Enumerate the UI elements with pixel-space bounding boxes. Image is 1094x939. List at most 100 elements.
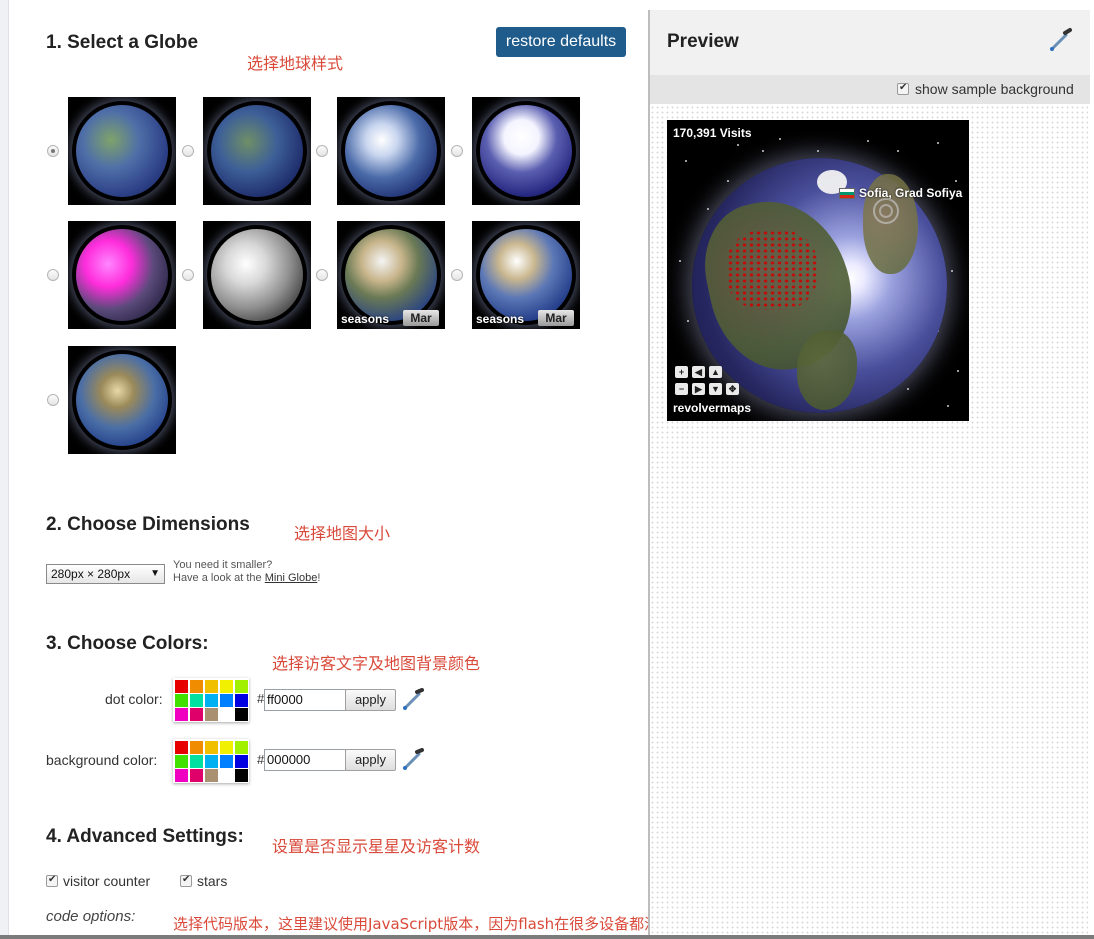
dot-color-apply-button[interactable]: apply [345,689,396,711]
globe-option-classic[interactable] [68,97,176,205]
color-swatch[interactable] [220,741,233,754]
dimensions-hint-line1: You need it smaller? [173,559,273,571]
dimensions-select[interactable]: 280px × 280px ▼ [46,564,165,584]
color-swatch[interactable] [205,680,218,693]
globe-option-radio[interactable] [451,145,463,157]
globe-sphere [480,229,572,321]
globe-option-radio[interactable] [47,394,59,406]
preview-panel: Preview show sample background 170,391 V… [648,10,1090,935]
globe-option-classic-dark[interactable] [203,97,311,205]
globe-option-clouds[interactable] [337,97,445,205]
color-swatch[interactable] [220,708,233,721]
globe-option-white-continents[interactable] [472,97,580,205]
restore-defaults-button[interactable]: restore defaults [496,27,626,57]
globe-option-radio[interactable] [451,269,463,281]
dimensions-hint-suffix: ! [317,572,321,584]
globe-option-radio[interactable] [182,269,194,281]
zoom-out-icon[interactable]: − [675,383,688,395]
color-swatch[interactable] [190,708,203,721]
color-swatch[interactable] [220,769,233,782]
star [679,260,681,262]
color-swatch[interactable] [205,741,218,754]
star [957,370,959,372]
bulgaria-flag-icon [839,188,855,199]
star [817,150,819,152]
page: 1. Select a Globe 选择地球样式 restore default… [0,0,1094,939]
color-swatch[interactable] [235,680,248,693]
background-color-palette[interactable] [173,739,249,783]
color-swatch[interactable] [220,694,233,707]
preview-header: Preview [650,10,1090,75]
color-swatch[interactable] [190,755,203,768]
zoom-in-icon[interactable]: + [675,366,688,378]
globe-sphere [76,354,168,446]
eyedropper-icon[interactable] [400,686,426,712]
globe-option-radio[interactable] [316,269,328,281]
dot-color-input[interactable]: ff0000 [264,689,346,711]
star [907,388,909,390]
star [779,138,781,140]
color-swatch[interactable] [235,755,248,768]
color-swatch[interactable] [205,708,218,721]
star [727,180,729,182]
globe-sphere [76,105,168,197]
preview-title: Preview [667,31,739,52]
color-swatch[interactable] [175,769,188,782]
visits-counter: 170,391 Visits [673,126,752,140]
color-swatch[interactable] [235,694,248,707]
code-options-annotation: 选择代码版本，这里建议使用JavaScript版本，因为flash在很多设备都没… [173,915,705,933]
globe-option-radio[interactable] [47,269,59,281]
background-color-input[interactable]: 000000 [264,749,346,771]
down-arrow-icon[interactable]: ▼ [709,383,722,395]
color-swatch[interactable] [190,769,203,782]
move-icon[interactable]: ✥ [726,383,739,395]
globe-option-silver[interactable] [203,221,311,329]
eyedropper-icon[interactable] [400,746,426,772]
color-swatch[interactable] [175,680,188,693]
advanced-settings-title: 4. Advanced Settings: [46,826,244,847]
globe-option-europe-africa[interactable] [68,346,176,454]
location-ring-inner [879,204,893,218]
color-swatch[interactable] [235,769,248,782]
show-sample-background-checkbox[interactable] [897,82,909,95]
preview-globe[interactable]: 170,391 Visits Sofia, Grad Sofiya + ◀ ▲ … [667,120,969,421]
globe-sphere [345,229,437,321]
choose-dimensions-title: 2. Choose Dimensions [46,514,250,535]
color-swatch[interactable] [220,755,233,768]
right-arrow-icon[interactable]: ▶ [692,383,705,395]
globe-sphere [480,105,572,197]
visitor-counter-checkbox[interactable] [46,874,58,887]
color-swatch[interactable] [190,741,203,754]
globe-option-radio[interactable] [316,145,328,157]
star [707,208,709,210]
stars-checkbox[interactable] [180,874,192,887]
color-swatch[interactable] [205,694,218,707]
up-arrow-icon[interactable]: ▲ [709,366,722,378]
color-swatch[interactable] [175,694,188,707]
globe-sphere [211,105,303,197]
color-swatch[interactable] [235,708,248,721]
color-swatch[interactable] [175,741,188,754]
color-swatch[interactable] [205,755,218,768]
dot-color-palette[interactable] [173,678,249,722]
globe-option-radio[interactable] [182,145,194,157]
globe-option-radio[interactable] [47,145,59,157]
background-color-apply-button[interactable]: apply [345,749,396,771]
color-swatch[interactable] [190,680,203,693]
color-swatch[interactable] [190,694,203,707]
color-swatch[interactable] [175,755,188,768]
color-swatch[interactable] [205,769,218,782]
color-swatch[interactable] [175,708,188,721]
left-arrow-icon[interactable]: ◀ [692,366,705,378]
globe-option-seasons-blue[interactable]: seasons Mar [472,221,580,329]
globe-option-seasons[interactable]: seasons Mar [337,221,445,329]
choose-colors-title: 3. Choose Colors: [46,633,209,654]
color-swatch[interactable] [235,741,248,754]
globe-option-magenta[interactable] [68,221,176,329]
star [685,160,687,162]
last-visitor-city: Sofia, Grad Sofiya [859,186,963,200]
eyedropper-icon[interactable] [1046,26,1074,54]
chevron-down-icon: ▼ [150,568,160,579]
mini-globe-link[interactable]: Mini Globe [265,572,318,584]
color-swatch[interactable] [220,680,233,693]
